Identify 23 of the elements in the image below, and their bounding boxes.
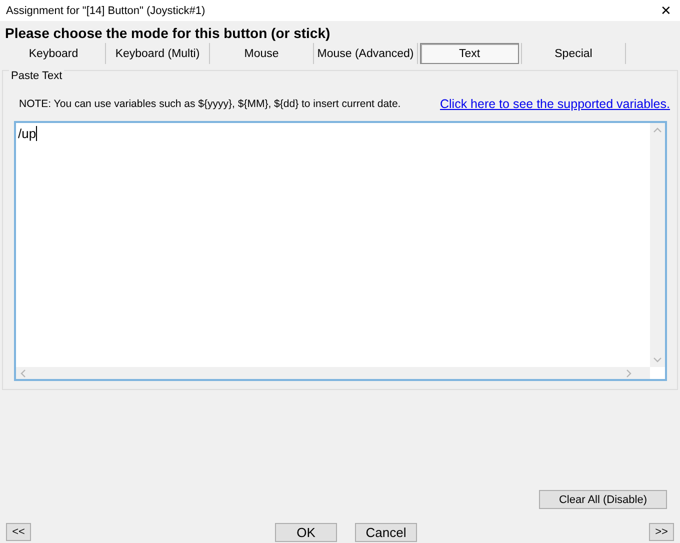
group-title: Paste Text bbox=[9, 70, 64, 82]
supported-variables-link[interactable]: Click here to see the supported variables. bbox=[440, 97, 670, 111]
scroll-left-icon[interactable] bbox=[20, 368, 26, 378]
typed-text: /up bbox=[18, 126, 36, 141]
previous-button[interactable]: << bbox=[6, 523, 31, 541]
mode-tab[interactable]: Text bbox=[420, 43, 519, 64]
mode-tab[interactable]: Mouse (Advanced) bbox=[314, 43, 417, 64]
mode-tab[interactable]: Special bbox=[522, 43, 625, 64]
scroll-down-icon[interactable] bbox=[653, 357, 662, 363]
mode-heading: Please choose the mode for this button (or stick) bbox=[4, 25, 332, 42]
window-title: Assignment for "[14] Button" (Joystick#1) bbox=[6, 4, 206, 16]
mode-tab[interactable]: Keyboard bbox=[2, 43, 105, 64]
mode-tab[interactable]: Mouse bbox=[210, 43, 313, 64]
text-input-field[interactable]: /up bbox=[14, 121, 667, 381]
note-text: NOTE: You can use variables such as ${yyyy}, ${MM}, ${dd} to insert current date. bbox=[19, 98, 401, 110]
clear-all-button[interactable]: Clear All (Disable) bbox=[539, 490, 667, 509]
cancel-button[interactable]: Cancel bbox=[355, 522, 417, 542]
scroll-up-icon[interactable] bbox=[653, 127, 662, 133]
mode-tab[interactable]: Keyboard (Multi) bbox=[106, 43, 209, 64]
next-button[interactable]: >> bbox=[649, 523, 674, 541]
close-button[interactable]: ✕ bbox=[652, 0, 680, 21]
ok-button[interactable]: OK bbox=[275, 522, 337, 542]
scroll-right-icon[interactable] bbox=[626, 368, 632, 378]
